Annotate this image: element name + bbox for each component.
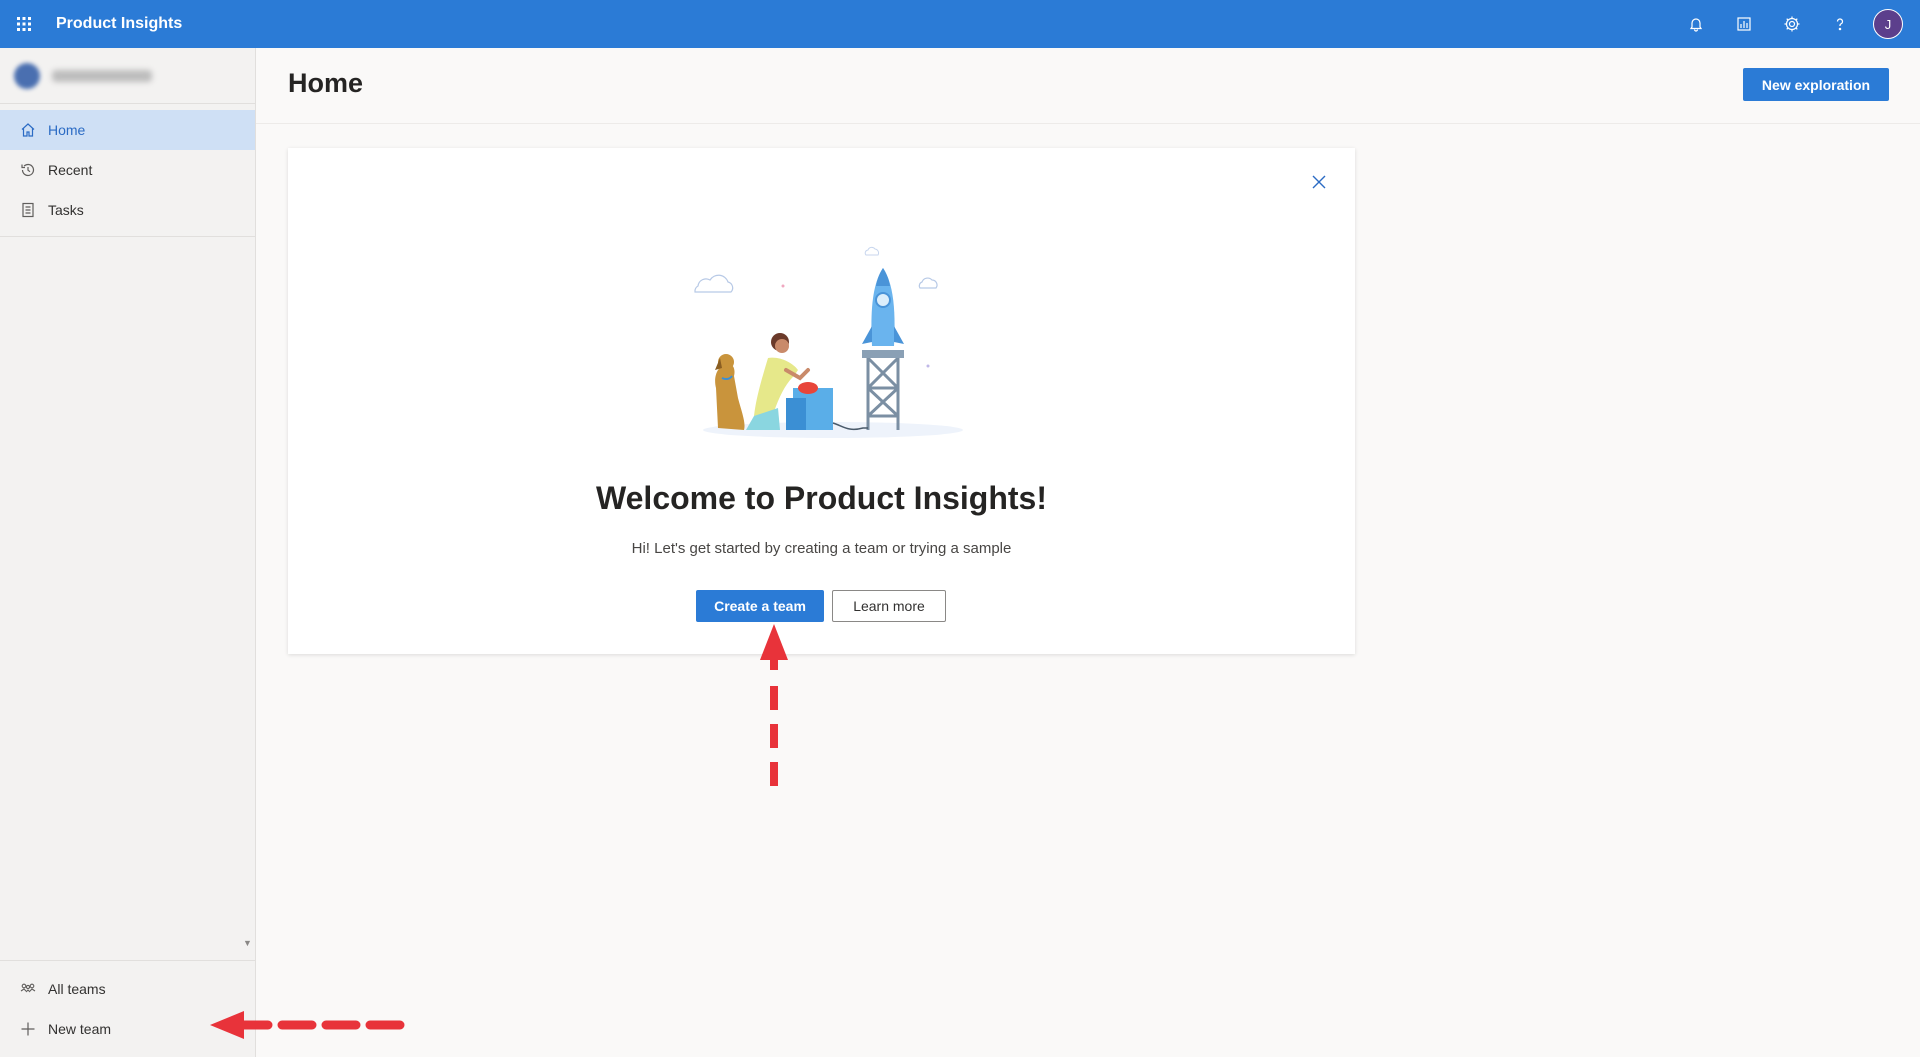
plus-icon xyxy=(20,1021,36,1037)
app-launcher-icon[interactable] xyxy=(0,0,48,48)
help-icon[interactable] xyxy=(1816,0,1864,48)
sidebar-item-recent[interactable]: Recent xyxy=(0,150,255,190)
sidebar-item-label: Tasks xyxy=(48,202,84,218)
org-avatar xyxy=(14,62,40,89)
history-icon xyxy=(20,162,36,178)
sidebar-item-tasks[interactable]: Tasks xyxy=(0,190,255,230)
chart-icon[interactable] xyxy=(1720,0,1768,48)
avatar: J xyxy=(1873,9,1903,39)
org-switcher[interactable] xyxy=(0,48,255,104)
gear-icon[interactable] xyxy=(1768,0,1816,48)
learn-more-button[interactable]: Learn more xyxy=(832,590,946,622)
sidebar-item-home[interactable]: Home xyxy=(0,110,255,150)
welcome-card: Welcome to Product Insights! Hi! Let's g… xyxy=(288,148,1355,654)
welcome-heading: Welcome to Product Insights! xyxy=(596,480,1047,516)
new-exploration-button[interactable]: New exploration xyxy=(1743,68,1889,101)
tasks-icon xyxy=(20,202,36,218)
sidebar-item-label: Recent xyxy=(48,162,93,178)
top-bar: Product Insights J xyxy=(0,0,1920,48)
sidebar-item-new-team[interactable]: New team xyxy=(0,1009,256,1049)
main-content: Home New exploration Welcome to Product … xyxy=(256,48,1920,1057)
org-name-redacted xyxy=(52,69,152,82)
teams-icon xyxy=(20,981,36,997)
welcome-subtitle: Hi! Let's get started by creating a team… xyxy=(631,540,1012,557)
sidebar-item-label: All teams xyxy=(48,981,106,997)
page-header: Home New exploration xyxy=(256,48,1920,124)
sidebar-bottom: All teams New team xyxy=(0,960,256,1049)
page-title: Home xyxy=(288,68,364,98)
scroll-down-icon[interactable]: ▼ xyxy=(243,938,252,948)
sidebar-item-label: New team xyxy=(48,1021,112,1037)
sidebar-nav: Home Recent Tasks xyxy=(0,104,255,237)
sidebar: Home Recent Tasks ▼ All teams New team xyxy=(0,48,256,1057)
home-icon xyxy=(20,122,36,138)
bell-icon[interactable] xyxy=(1672,0,1720,48)
sidebar-item-label: Home xyxy=(48,122,86,138)
create-team-button[interactable]: Create a team xyxy=(696,590,824,622)
close-icon[interactable] xyxy=(1305,168,1333,196)
sidebar-item-all-teams[interactable]: All teams xyxy=(0,969,256,1009)
user-avatar-button[interactable]: J xyxy=(1864,0,1912,48)
app-title[interactable]: Product Insights xyxy=(56,15,182,33)
welcome-illustration xyxy=(694,246,963,438)
